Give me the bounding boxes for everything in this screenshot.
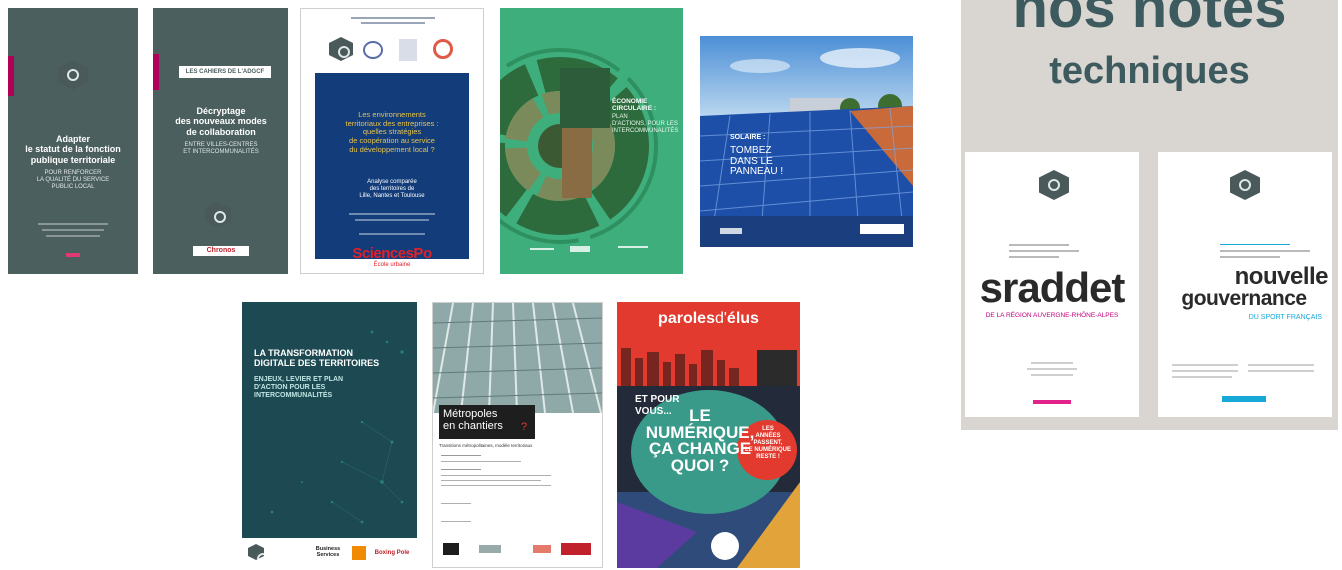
logo-icon (205, 202, 231, 228)
accent-dot (66, 253, 80, 257)
brand-paroles-right: élus (726, 310, 759, 327)
partner-orange (352, 546, 366, 560)
partner-logo-2 (479, 545, 501, 553)
partner-logo-1 (443, 543, 459, 555)
accent-bar (1033, 400, 1071, 404)
partner-logo-4 (561, 543, 591, 555)
cover-subtitle: Transitions métropolitaines, modèle terr… (439, 443, 533, 448)
cover-subtitle: POUR RENFORCER LA QUALITÉ DU SERVICE PUB… (36, 170, 110, 190)
brand-sciencespo: SciencesPo (352, 245, 432, 262)
panel-heading-line1: nos notes (1012, 0, 1287, 40)
brand-sub: École urbaine (373, 262, 411, 268)
cover-subtitle: ENJEUX, LEVIER ET PLAN D'ACTION POUR LES… (254, 376, 344, 400)
card-word-2: gouvernance (1181, 287, 1307, 310)
cover-title: Les environnements territoriaux des entr… (345, 110, 439, 154)
logo-icon (1230, 170, 1260, 200)
cover-adapter-statut[interactable]: Adapter le statut de la fonction publiqu… (8, 8, 138, 274)
cover-solaire[interactable]: SOLAIRE : TOMBEZ DANS LE PANNEAU ! (700, 36, 913, 247)
card-sub: DE LA RÉGION AUVERGNE-RHÔNE-ALPES (985, 312, 1119, 319)
partner-logo-3 (533, 545, 551, 553)
title-block: Métropoles en chantiers ? (439, 405, 535, 439)
notes-techniques-panel: nos notes techniques sraddet DE LA RÉGIO… (961, 0, 1338, 430)
cover-metropoles[interactable]: Métropoles en chantiers ? Transitions mé… (432, 302, 603, 568)
brand-paroles-left: paroles (658, 310, 715, 327)
cover-sciencespo[interactable]: Les environnements territoriaux des entr… (300, 8, 484, 274)
cover-decryptage[interactable]: LES CAHIERS DE L'ADGCF Décryptage des no… (153, 8, 288, 274)
cover-headline: LE NUMÉRIQUE, ÇA CHANGE QUOI ? (645, 406, 755, 475)
cover-title: Métropoles en chantiers (443, 408, 503, 433)
brand-paroles: parolesd'élus (617, 310, 800, 328)
cover-subtitle: TOMBEZ DANS LE PANNEAU ! (730, 145, 784, 177)
accent-bar (153, 54, 159, 90)
circle-text: LES ANNÉES PASSENT, LE NUMÉRIQUE RESTE ! (744, 426, 791, 460)
note-card-gouvernance[interactable]: nouvelle gouvernance DU SPORT FRANÇAIS (1158, 152, 1332, 417)
cover-title: ÉCONOMIE CIRCULAIRE : (612, 98, 657, 113)
cover-paroles-elus[interactable]: parolesd'élus ET POUR VOUS... LE NUMÉRIQ… (617, 302, 800, 568)
note-card-sraddet[interactable]: sraddet DE LA RÉGION AUVERGNE-RHÔNE-ALPE… (965, 152, 1139, 417)
card-word: sraddet (979, 264, 1126, 311)
cover-subtitle: PLAN D'ACTIONS, POUR LES INTERCOMMUNALIT… (612, 114, 679, 134)
partner-1: Business Services (315, 546, 341, 559)
partner-logos (329, 35, 457, 65)
partner-logo: Chronos (193, 246, 249, 256)
logo-icon (1039, 170, 1069, 200)
cover-economie-circulaire[interactable]: ÉCONOMIE CIRCULAIRE : PLAN D'ACTIONS, PO… (500, 8, 683, 274)
cover-transformation-digitale[interactable]: LA TRANSFORMATION DIGITALE DES TERRITOIR… (242, 302, 417, 568)
circular-photo-graphic (500, 48, 658, 244)
brand-paroles-amp: d' (714, 310, 727, 327)
partner-2: Boxing Pole (374, 550, 410, 556)
cover-tag: LES CAHIERS DE L'ADGCF (179, 66, 271, 78)
architecture-photo (433, 303, 602, 413)
cover-title: Adapter le statut de la fonction publiqu… (25, 134, 121, 165)
cover-title: LA TRANSFORMATION DIGITALE DES TERRITOIR… (254, 348, 380, 369)
panel-heading-line2: techniques (1049, 50, 1250, 92)
cover-subtitle: Analyse comparée des territoires de Lill… (359, 179, 425, 199)
accent-bar (8, 56, 14, 96)
accent-bar (1222, 396, 1266, 402)
digital-dots-graphic (242, 330, 417, 568)
cover-title-suffix: ? (520, 421, 528, 433)
logo-icon (58, 60, 88, 90)
cover-title: SOLAIRE : (730, 134, 766, 141)
cover-subtitle: ENTRE VILLES-CENTRES ET INTERCOMMUNALITÉ… (183, 142, 259, 155)
card-sub: DU SPORT FRANÇAIS (1248, 314, 1322, 321)
card-word-1: nouvelle (1234, 263, 1329, 290)
blue-panel: Les environnements territoriaux des entr… (315, 73, 469, 259)
cover-title: Décryptage des nouveaux modes de collabo… (175, 106, 267, 137)
